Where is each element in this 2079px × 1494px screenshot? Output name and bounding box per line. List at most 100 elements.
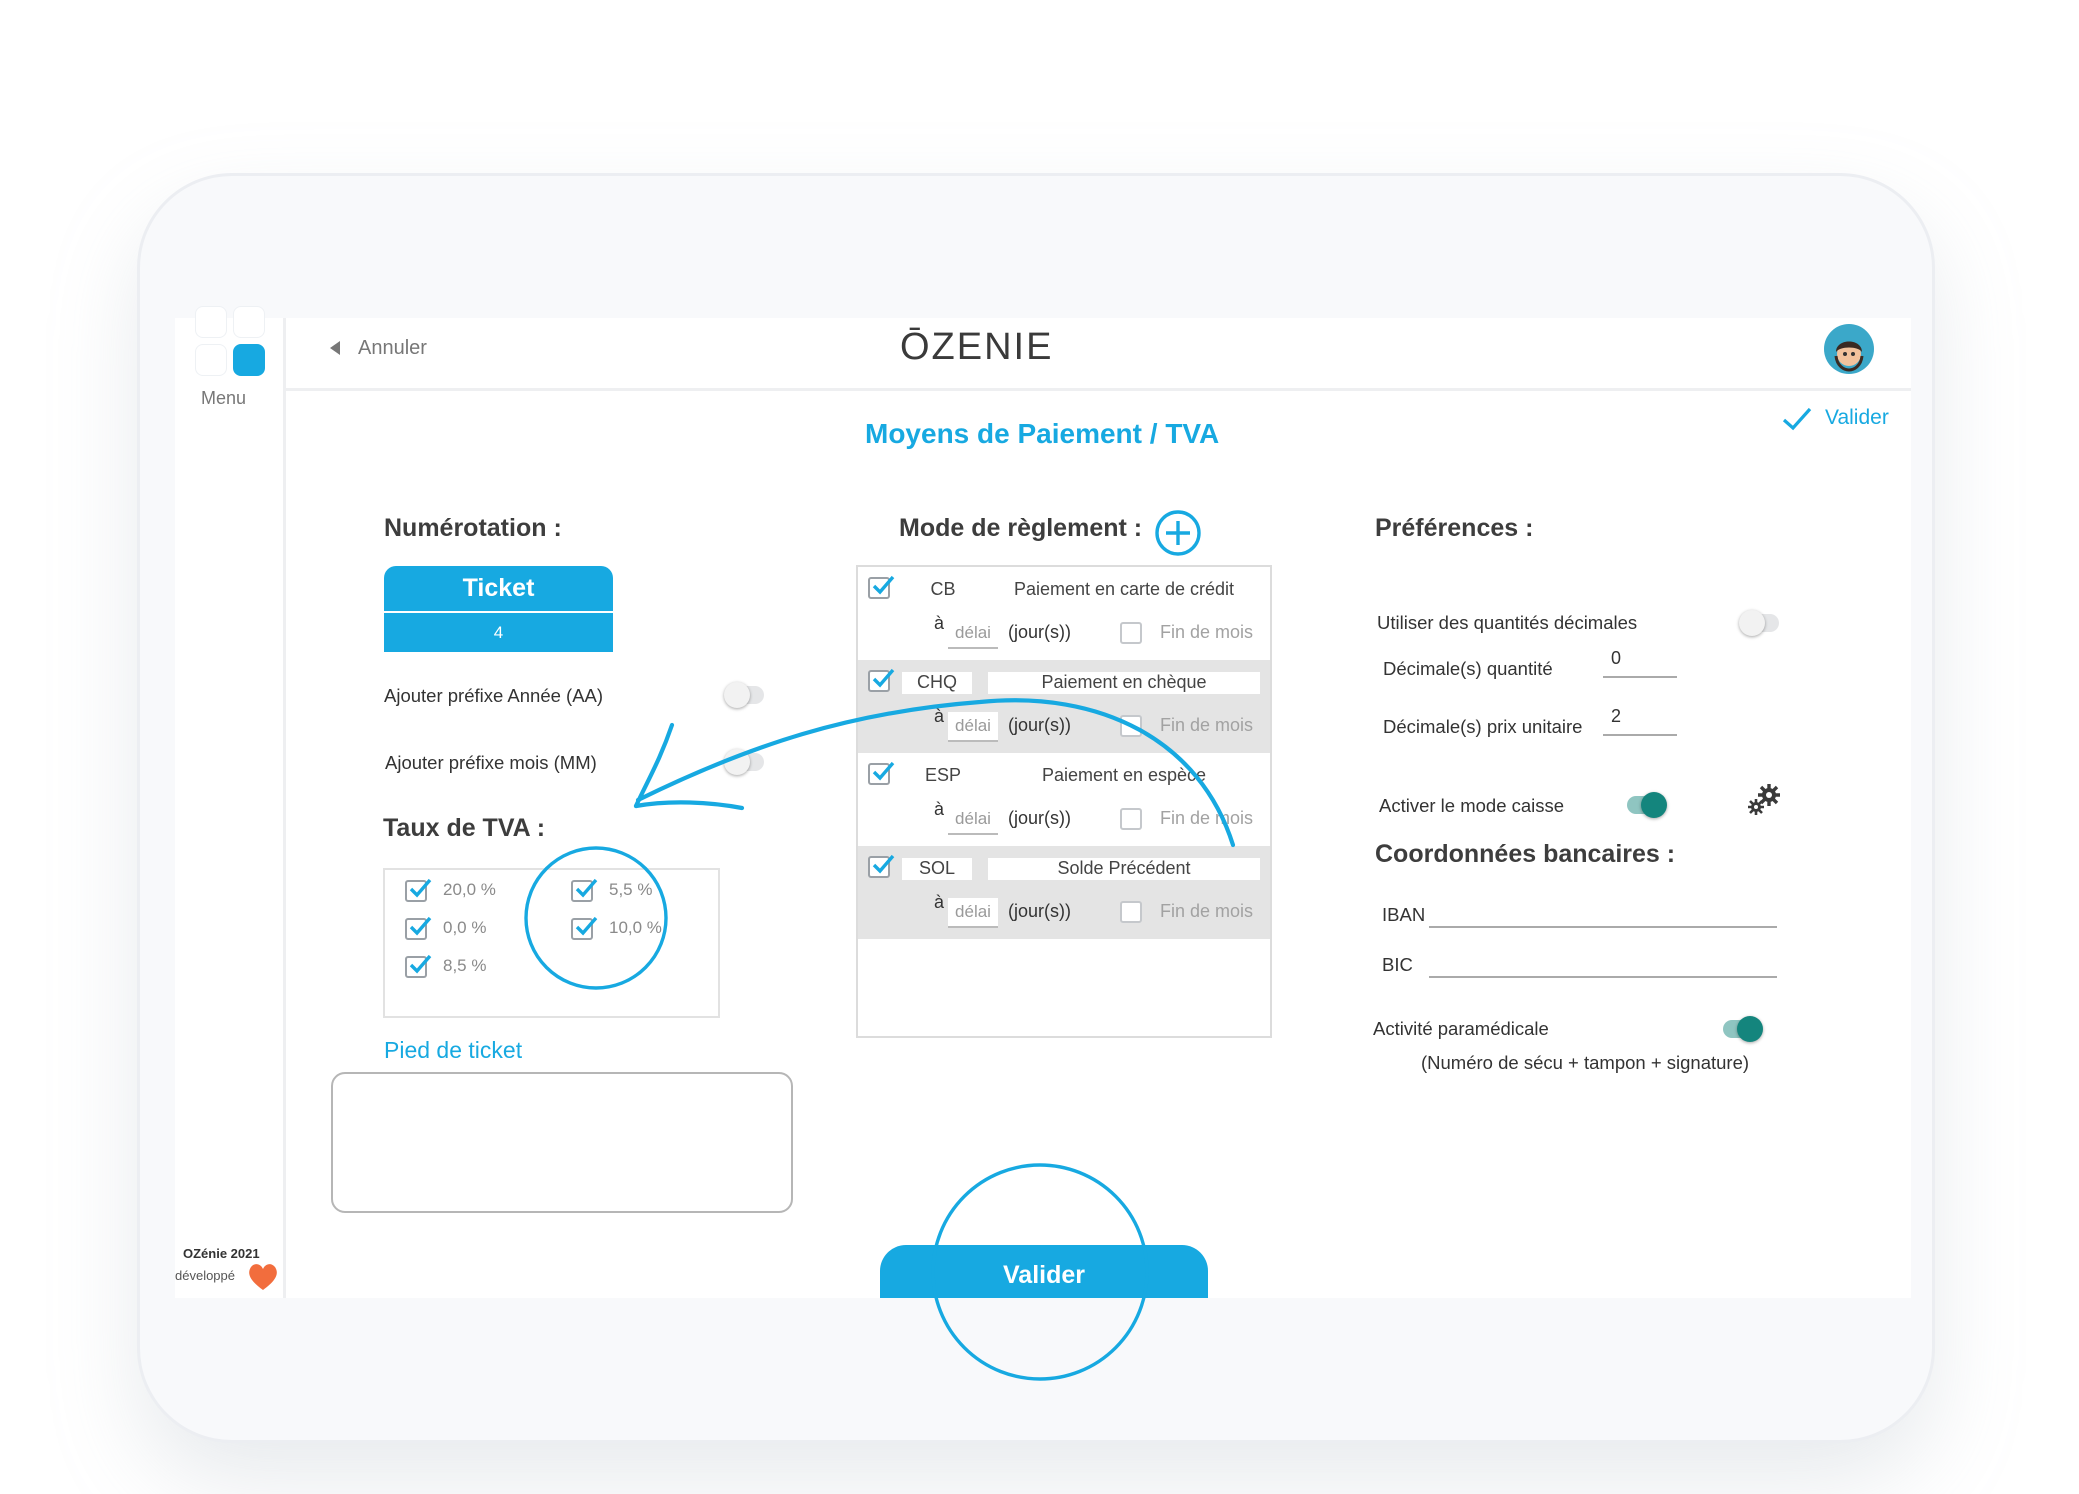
heart-icon <box>249 1264 277 1290</box>
payment-mode-checkbox[interactable] <box>868 668 895 692</box>
toggle-knob <box>1641 792 1667 818</box>
delay-input[interactable]: délai <box>948 805 998 835</box>
cash-mode-label: Activer le mode caisse <box>1379 795 1565 816</box>
bic-label: BIC <box>1382 954 1413 975</box>
end-of-month-checkbox[interactable] <box>1120 901 1142 923</box>
tva-checkbox[interactable] <box>405 878 432 902</box>
payment-mode-checkbox[interactable] <box>868 575 895 599</box>
menu-button[interactable]: Menu <box>193 306 265 414</box>
a-label: à <box>934 613 945 633</box>
qty-decimal-input[interactable]: 0 <box>1603 646 1677 678</box>
payment-modes-box: CB Paiement en carte de crédit à délai (… <box>856 565 1272 1038</box>
validate-label: Valider <box>1825 406 1889 429</box>
payment-mode-code: CB <box>930 579 956 599</box>
qty-decimal-value: 0 <box>1611 648 1622 668</box>
cash-mode-toggle[interactable] <box>1627 792 1667 818</box>
a-label: à <box>934 892 945 912</box>
paramedical-toggle[interactable] <box>1723 1016 1763 1042</box>
price-decimal-value: 2 <box>1611 706 1622 726</box>
gears-icon[interactable] <box>1747 782 1783 816</box>
tva-rate-item[interactable]: 0,0 % <box>405 916 515 942</box>
ticket-counter[interactable]: Ticket 4 <box>384 566 613 652</box>
tva-rate-item[interactable]: 5,5 % <box>571 878 681 904</box>
tva-rate-label: 20,0 % <box>443 880 496 899</box>
modes-title: Mode de règlement : <box>899 514 1143 542</box>
delay-input[interactable]: délai <box>948 712 998 742</box>
bic-input[interactable] <box>1429 944 1777 978</box>
user-avatar[interactable] <box>1824 324 1874 374</box>
payment-mode-description: Paiement en espèce <box>1041 765 1207 785</box>
tva-checkbox[interactable] <box>405 916 432 940</box>
tva-rate-item[interactable]: 8,5 % <box>405 954 515 980</box>
toggle-knob <box>724 682 750 708</box>
check-icon <box>1782 407 1812 431</box>
prefix-month-label: Ajouter préfixe mois (MM) <box>385 752 597 773</box>
a-label: à <box>934 706 945 726</box>
payment-mode-description: Solde Précédent <box>988 858 1260 880</box>
price-decimal-input[interactable]: 2 <box>1603 704 1677 736</box>
days-label: (jour(s)) <box>1008 901 1071 921</box>
menu-tile-icon <box>233 306 265 338</box>
footer-dev: développé <box>175 1268 235 1283</box>
footer-ticket-textarea[interactable] <box>331 1072 793 1213</box>
end-of-month-label: Fin de mois <box>1160 808 1254 828</box>
paramedical-label: Activité paramédicale <box>1373 1018 1549 1039</box>
days-label: (jour(s)) <box>1008 808 1071 828</box>
prefix-year-label: Ajouter préfixe Année (AA) <box>384 685 604 706</box>
menu-tile-icon <box>195 344 227 376</box>
end-of-month-checkbox[interactable] <box>1120 808 1142 830</box>
checkmark-icon <box>575 916 598 936</box>
iban-input[interactable] <box>1429 894 1777 928</box>
validate-button[interactable]: Valider <box>880 1245 1208 1298</box>
menu-label: Menu <box>201 388 247 408</box>
end-of-month-label: Fin de mois <box>1160 715 1254 735</box>
checkmark-icon <box>409 916 432 936</box>
payment-mode-description: Paiement en chèque <box>988 672 1260 694</box>
decimal-label: Utiliser des quantités décimales <box>1377 612 1638 633</box>
checkmark-icon <box>872 761 895 781</box>
a-label: à <box>934 799 945 819</box>
menu-tile-active-icon <box>233 344 265 376</box>
delay-input[interactable]: délai <box>948 619 998 649</box>
tva-checkbox[interactable] <box>571 878 598 902</box>
end-of-month-checkbox[interactable] <box>1120 622 1142 644</box>
payment-mode-code: CHQ <box>902 672 972 694</box>
footer-ticket-label: Pied de ticket <box>384 1037 523 1063</box>
tva-rate-item[interactable]: 10,0 % <box>571 916 681 942</box>
delay-input[interactable]: délai <box>948 898 998 928</box>
numerotation-title: Numérotation : <box>384 514 562 542</box>
plus-circle-icon[interactable] <box>1153 508 1203 558</box>
tva-checkbox[interactable] <box>571 916 598 940</box>
ticket-number: 4 <box>384 613 613 652</box>
days-label: (jour(s)) <box>1008 622 1071 642</box>
tva-rate-item[interactable]: 20,0 % <box>405 878 515 904</box>
tva-rate-label: 8,5 % <box>443 956 487 975</box>
bank-title: Coordonnées bancaires : <box>1375 840 1676 868</box>
payment-mode-checkbox[interactable] <box>868 761 895 785</box>
preferences-title: Préférences : <box>1375 514 1534 542</box>
iban-label: IBAN <box>1382 904 1426 925</box>
end-of-month-label: Fin de mois <box>1160 901 1254 921</box>
payment-mode-checkbox[interactable] <box>868 854 895 878</box>
menu-tile-icon <box>195 306 227 338</box>
tva-box: 20,0 % 0,0 % 8,5 % 5,5 % 10,0 % <box>383 868 720 1018</box>
checkmark-icon <box>872 854 895 874</box>
cancel-label: Annuler <box>358 337 427 359</box>
prefix-year-toggle[interactable] <box>724 682 764 708</box>
prefix-month-toggle[interactable] <box>724 749 764 775</box>
paramedical-note: (Numéro de sécu + tampon + signature) <box>1421 1052 1750 1073</box>
tva-rate-label: 0,0 % <box>443 918 487 937</box>
ticket-label: Ticket <box>384 566 613 611</box>
footer-brand: OZénie 2021 <box>183 1246 260 1261</box>
checkmark-icon <box>575 878 598 898</box>
app-screen: Menu OZénie 2021 développé Annuler ŌZENI… <box>175 306 1911 1298</box>
top-bar: Annuler ŌZENIE <box>286 318 1911 391</box>
payment-mode-description: Paiement en carte de crédit <box>1013 579 1235 599</box>
tva-rate-label: 5,5 % <box>609 880 653 899</box>
qty-decimal-label: Décimale(s) quantité <box>1383 658 1553 679</box>
tva-checkbox[interactable] <box>405 954 432 978</box>
decimal-toggle[interactable] <box>1739 610 1779 636</box>
payment-mode-code: SOL <box>902 858 972 880</box>
payment-mode-row: ESP Paiement en espèce à délai (jour(s))… <box>858 753 1270 846</box>
end-of-month-checkbox[interactable] <box>1120 715 1142 737</box>
